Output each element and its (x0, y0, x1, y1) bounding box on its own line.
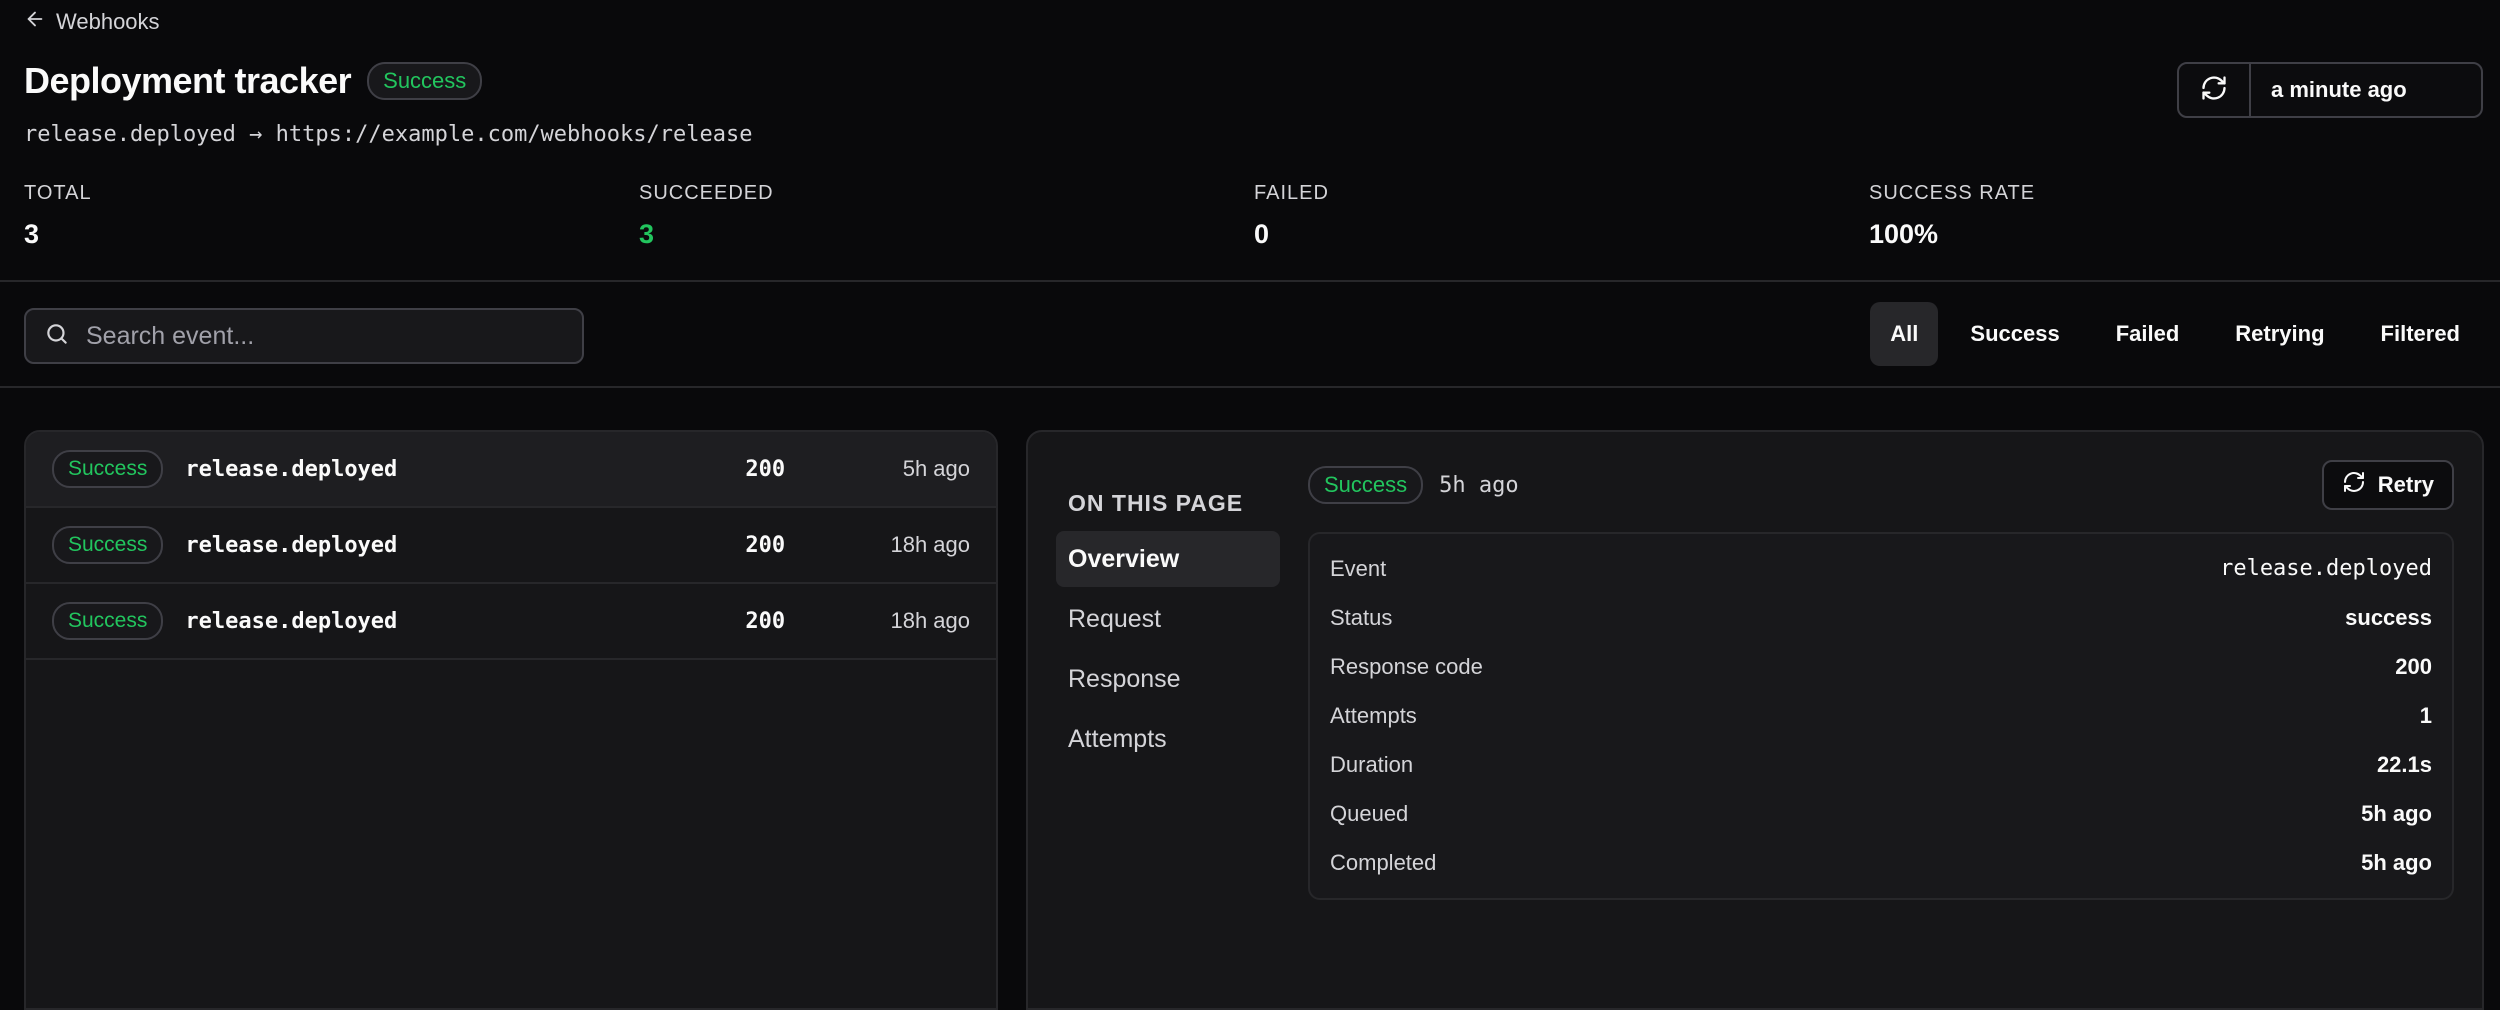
event-name: release.deployed (185, 608, 398, 634)
stat-value: 3 (24, 219, 40, 249)
filter-retrying[interactable]: Retrying (2211, 302, 2348, 366)
event-detail-panel: ON THIS PAGE Overview Request Response A… (1026, 430, 2484, 1010)
event-row[interactable]: Success release.deployed 200 18h ago (26, 584, 996, 660)
response-code: 200 (745, 456, 786, 482)
event-name: release.deployed (185, 456, 398, 482)
stat-label: SUCCEEDED (639, 182, 774, 204)
field-key: Attempts (1330, 702, 1417, 728)
field-value: 1 (2419, 702, 2432, 728)
refresh-button[interactable] (2179, 64, 2251, 116)
field-row: Response code 200 (1330, 642, 2432, 691)
toc-item-request[interactable]: Request (1056, 591, 1280, 647)
stat-success-rate: SUCCESS RATE 100% (1869, 182, 2484, 250)
field-key: Duration (1330, 751, 1414, 777)
toc-item-attempts[interactable]: Attempts (1056, 711, 1280, 767)
status-badge: Success (367, 62, 483, 100)
field-row: Event release.deployed (1330, 544, 2432, 593)
search-box (24, 308, 584, 364)
back-link-label: Webhooks (56, 9, 160, 34)
overview-fields: Event release.deployed Status success Re… (1308, 532, 2454, 900)
event-name: release.deployed (185, 532, 398, 558)
refresh-icon (2342, 470, 2366, 500)
field-value: release.deployed (2220, 556, 2432, 581)
event-row[interactable]: Success release.deployed 200 18h ago (26, 508, 996, 584)
field-key: Response code (1330, 653, 1483, 679)
stat-label: FAILED (1254, 182, 1329, 204)
stat-label: TOTAL (24, 182, 92, 204)
detail-header: Success 5h ago (1308, 466, 1519, 504)
status-badge: Success (52, 602, 164, 640)
on-this-page-nav: ON THIS PAGE Overview Request Response A… (1056, 490, 1280, 767)
last-refreshed-text: a minute ago (2271, 77, 2407, 102)
field-key: Completed (1330, 849, 1437, 875)
field-row: Completed 5h ago (1330, 838, 2432, 887)
event-time: 18h ago (890, 532, 970, 557)
field-row: Attempts 1 (1330, 691, 2432, 740)
toc-item-response[interactable]: Response (1056, 651, 1280, 707)
search-input[interactable] (86, 321, 546, 351)
arrow-left-icon (24, 8, 46, 36)
status-filter-tabs: All Success Failed Retrying Filtered (1870, 302, 2484, 366)
field-value: 5h ago (2361, 800, 2432, 826)
field-value: 5h ago (2361, 849, 2432, 875)
status-badge: Success (52, 526, 164, 564)
filter-all[interactable]: All (1870, 302, 1939, 366)
page-title: Deployment tracker (24, 60, 352, 101)
detail-time: 5h ago (1439, 472, 1519, 498)
status-badge: Success (52, 450, 164, 488)
title-row: Deployment tracker Success (24, 60, 483, 102)
filter-failed[interactable]: Failed (2092, 302, 2204, 366)
field-row: Duration 22.1s (1330, 740, 2432, 789)
stat-total: TOTAL 3 (24, 182, 639, 250)
event-list: Success release.deployed 200 5h ago Succ… (24, 430, 998, 1010)
field-key: Status (1330, 604, 1393, 630)
back-to-webhooks-link[interactable]: Webhooks (24, 8, 160, 36)
event-row[interactable]: Success release.deployed 200 5h ago (26, 432, 996, 508)
retry-button[interactable]: Retry (2321, 460, 2454, 510)
response-code: 200 (745, 608, 786, 634)
response-code: 200 (745, 532, 786, 558)
filter-toolbar: All Success Failed Retrying Filtered (0, 284, 2500, 388)
endpoint-subtitle: release.deployed → https://example.com/w… (24, 122, 753, 147)
event-time: 5h ago (902, 456, 970, 481)
toc-item-overview[interactable]: Overview (1056, 531, 1280, 587)
filter-filtered[interactable]: Filtered (2357, 302, 2484, 366)
field-value: success (2345, 604, 2432, 630)
retry-label: Retry (2377, 472, 2434, 497)
stat-succeeded: SUCCEEDED 3 (639, 182, 1254, 250)
field-value: 22.1s (2376, 751, 2432, 777)
filter-success[interactable]: Success (1946, 302, 2083, 366)
field-row: Queued 5h ago (1330, 789, 2432, 838)
field-row: Status success (1330, 593, 2432, 642)
refresh-icon (2200, 74, 2228, 107)
stats-row: TOTAL 3 SUCCEEDED 3 FAILED 0 SUCCESS RAT… (24, 182, 2484, 250)
page-header: Webhooks Deployment tracker Success rele… (0, 0, 2500, 282)
stat-value: 0 (1254, 219, 1270, 249)
search-icon (44, 321, 70, 352)
stat-value: 100% (1869, 219, 1939, 249)
field-key: Queued (1330, 800, 1409, 826)
field-key: Event (1330, 555, 1387, 581)
status-badge: Success (1308, 466, 1424, 504)
toc-heading: ON THIS PAGE (1068, 490, 1244, 516)
field-value: 200 (2395, 653, 2432, 679)
stat-failed: FAILED 0 (1254, 182, 1869, 250)
event-time: 18h ago (890, 608, 970, 633)
refresh-control: a minute ago (2177, 62, 2483, 118)
stat-value: 3 (639, 219, 655, 249)
stat-label: SUCCESS RATE (1869, 182, 2036, 204)
